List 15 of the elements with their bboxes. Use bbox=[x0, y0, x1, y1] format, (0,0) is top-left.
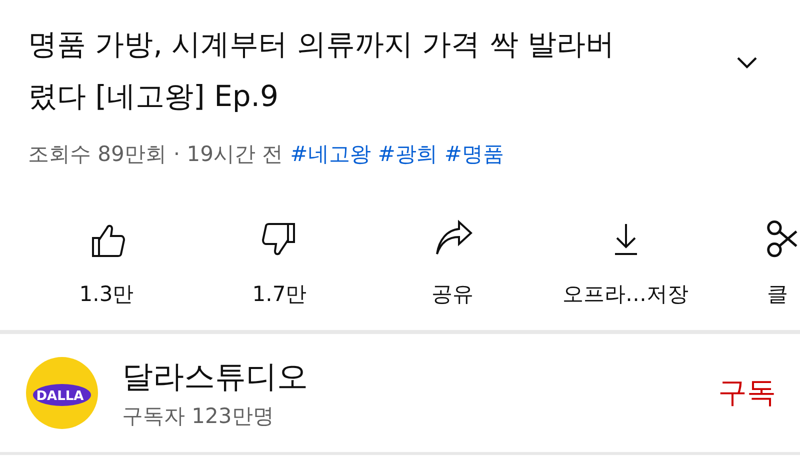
action-button[interactable]: 1.7만 bbox=[193, 218, 366, 308]
video-title: 명품 가방, 시계부터 의류까지 가격 싹 발라버렸다 [네고왕] Ep.9 bbox=[28, 26, 616, 115]
channel-name[interactable]: 달라스튜디오 bbox=[122, 356, 694, 398]
hashtag-link[interactable]: #명품 bbox=[444, 140, 504, 168]
action-button[interactable]: 오프라…저장 bbox=[539, 218, 712, 308]
action-button[interactable]: 클 bbox=[767, 218, 797, 308]
action-button[interactable]: 1.3만 bbox=[20, 218, 193, 308]
view-count: 조회수 89만회 bbox=[28, 141, 166, 168]
upload-time: · 19시간 전 bbox=[173, 141, 284, 168]
channel-avatar[interactable]: DALLA bbox=[26, 357, 98, 429]
hashtag-link[interactable]: #네고왕 bbox=[290, 140, 371, 168]
action-button[interactable]: 공유 bbox=[366, 218, 539, 308]
subscriber-count: 구독자 123만명 bbox=[122, 403, 275, 430]
hashtag-link[interactable]: #광희 bbox=[378, 140, 438, 168]
subscribe-button[interactable]: 구독 bbox=[718, 373, 776, 413]
